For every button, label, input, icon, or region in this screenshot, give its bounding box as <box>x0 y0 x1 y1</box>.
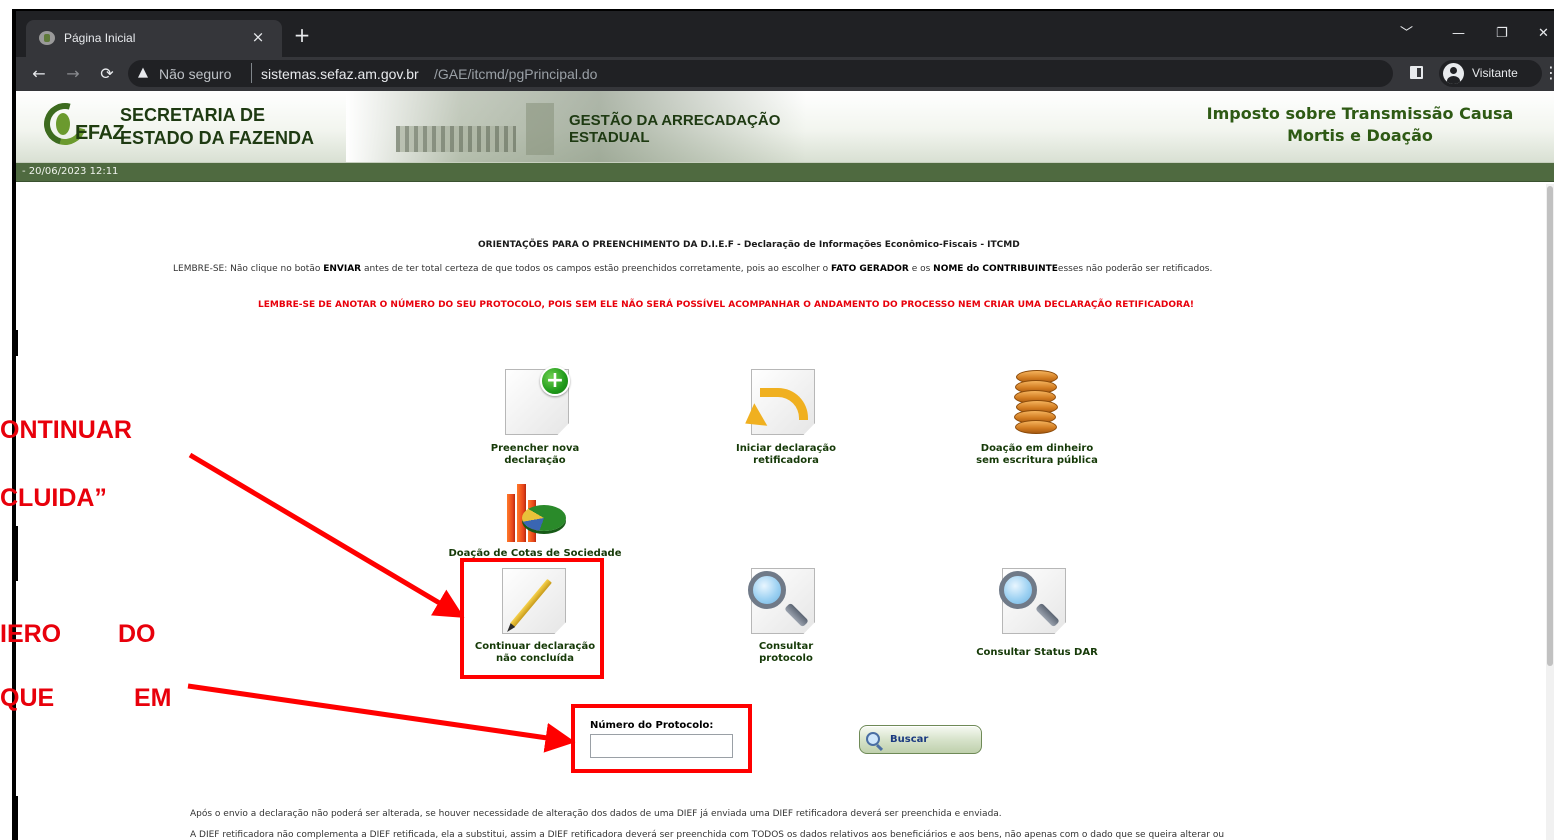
arrow-to-protocol <box>187 683 576 753</box>
screen: Página Inicial × + ﹀ — ❐ ✕ ← → ⟳ ▲ Não s… <box>0 0 1554 840</box>
arrow-to-continue <box>188 452 465 618</box>
annotation-arrows <box>187 452 576 753</box>
